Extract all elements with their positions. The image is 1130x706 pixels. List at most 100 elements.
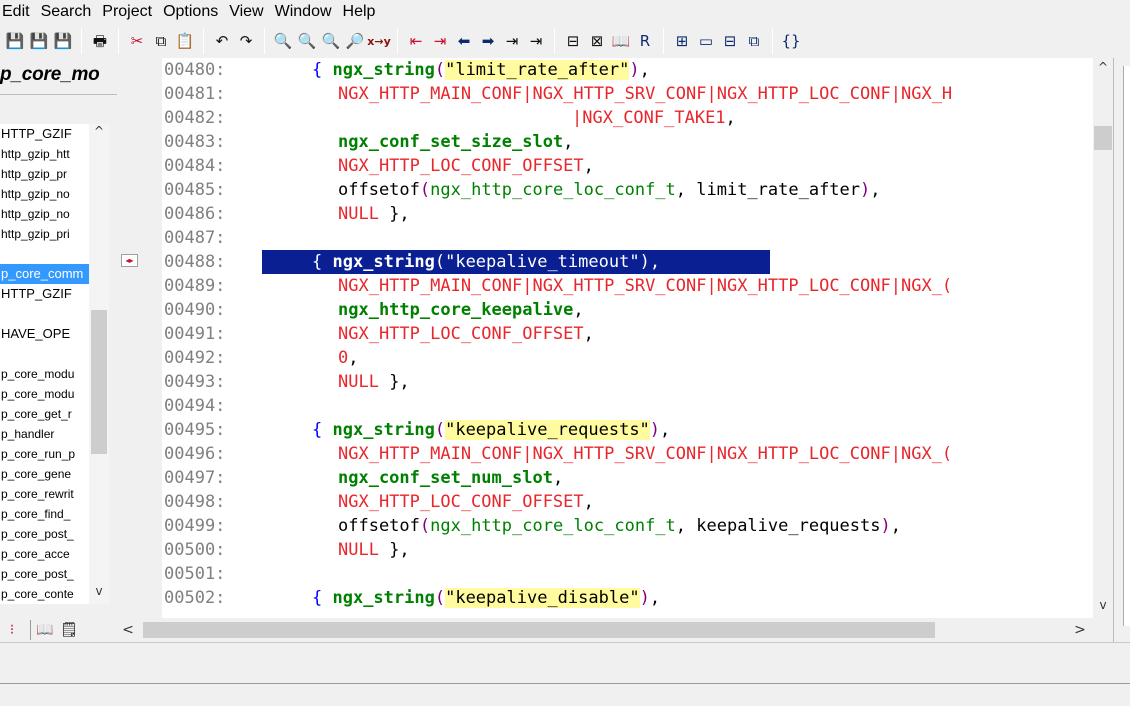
symbol-list-item[interactable]: http_gzip_no [0, 184, 89, 204]
symbol-list-item[interactable]: p_core_comm [0, 264, 89, 284]
symbol-list-item[interactable]: p_core_find_ [0, 504, 89, 524]
code-line[interactable]: 00500: NULL }, [162, 538, 1093, 562]
browse-book-icon[interactable]: 📖 [35, 620, 55, 640]
menu-options[interactable]: Options [161, 1, 227, 23]
print-icon[interactable]: 🖶 [89, 30, 111, 52]
scroll-thumb[interactable] [1094, 126, 1112, 150]
find-in-files-icon[interactable]: 🔎 [344, 30, 366, 52]
browse-icon[interactable]: 📖 [610, 30, 632, 52]
find-next-icon[interactable]: 🔍 [296, 30, 318, 52]
code-line[interactable]: 00480: { ngx_string("limit_rate_after"), [162, 58, 1093, 82]
symbol-list-item[interactable]: p_core_modu [0, 364, 89, 384]
bookmark-prev-icon[interactable]: ⇤ [405, 30, 427, 52]
find-prev-icon[interactable]: 🔍 [320, 30, 342, 52]
menu-search[interactable]: Search [39, 1, 101, 23]
maximize-icon[interactable]: ▭ [695, 30, 717, 52]
symbol-list-item[interactable]: p_core_get_r [0, 404, 89, 424]
scroll-thumb[interactable] [91, 310, 107, 454]
save-all-icon[interactable]: 💾 [28, 30, 50, 52]
code-line[interactable]: 00497: ngx_conf_set_num_slot, [162, 466, 1093, 490]
scroll-left-arrow[interactable]: < [117, 618, 139, 642]
tile-icon[interactable]: ⊞ [671, 30, 693, 52]
menu-edit[interactable]: Edit [2, 1, 39, 23]
symbol-list-item[interactable]: HTTP_GZIF [0, 124, 89, 144]
code-line[interactable]: 00490: ngx_http_core_keepalive, [162, 298, 1093, 322]
cut-icon[interactable]: ✂ [126, 30, 148, 52]
code-line[interactable]: 00492: 0, [162, 346, 1093, 370]
code-line[interactable]: 00495: { ngx_string("keepalive_requests")… [162, 418, 1093, 442]
code-line[interactable]: 00481: NGX_HTTP_MAIN_CONF|NGX_HTTP_SRV_CO… [162, 82, 1093, 106]
menu-project[interactable]: Project [100, 1, 161, 23]
cascade-icon[interactable]: ⧉ [743, 30, 765, 52]
code-line[interactable]: 00489: NGX_HTTP_MAIN_CONF|NGX_HTTP_SRV_CO… [162, 274, 1093, 298]
code-line[interactable]: 00502: { ngx_string("keepalive_disable"), [162, 586, 1093, 610]
code-line[interactable]: 00486: NULL }, [162, 202, 1093, 226]
code-editor[interactable]: 00480:{ ngx_string("limit_rate_after"), 0… [162, 58, 1093, 618]
code-line[interactable]: 00501: [162, 562, 1093, 586]
symbol-list-item[interactable]: HTTP_GZIF [0, 284, 89, 304]
symbol-list-item[interactable]: http_gzip_pr [0, 164, 89, 184]
symbol-list-item[interactable]: http_gzip_htt [0, 144, 89, 164]
redo-icon[interactable]: ↷ [235, 30, 257, 52]
scroll-thumb[interactable] [143, 622, 935, 638]
bookmark-icon[interactable]: ◂▸ [121, 254, 138, 267]
symbol-list-item[interactable]: p_core_conte [0, 584, 89, 604]
scroll-right-arrow[interactable]: > [1069, 618, 1091, 642]
symbol-list-item[interactable]: p_handler [0, 424, 89, 444]
menu-view[interactable]: View [227, 1, 272, 23]
replace-icon[interactable]: x→y [367, 30, 390, 52]
save-project-icon[interactable]: 💾 [52, 30, 74, 52]
find-icon[interactable]: 🔍 [272, 30, 294, 52]
code-line[interactable]: 00493: NULL }, [162, 370, 1093, 394]
code-line[interactable]: 00494: [162, 394, 1093, 418]
symbol-list-item[interactable]: p_core_run_p [0, 444, 89, 464]
scroll-down-arrow[interactable]: v [1093, 598, 1113, 616]
symbol-list-item[interactable]: http_gzip_no [0, 204, 89, 224]
split-icon[interactable]: ⊟ [719, 30, 741, 52]
symbol-window-icon[interactable]: ⊟ [562, 30, 584, 52]
symbol-list-scrollbar[interactable]: ^ v [89, 124, 109, 604]
symbol-list[interactable]: HTTP_GZIF http_gzip_htt http_gzip_pr http_g… [0, 124, 89, 604]
scroll-down-arrow[interactable]: v [89, 584, 109, 602]
bookmark-next-icon[interactable]: ⇥ [429, 30, 451, 52]
code-line[interactable]: 00487: [162, 226, 1093, 250]
menu-help[interactable]: Help [341, 1, 385, 23]
paste-icon[interactable]: 📋 [174, 30, 196, 52]
code-line[interactable]: 00484: NGX_HTTP_LOC_CONF_OFFSET, [162, 154, 1093, 178]
symbol-list-item[interactable]: HAVE_OPE [0, 324, 89, 344]
copy-icon[interactable]: ⧉ [150, 30, 172, 52]
prev-match-icon[interactable]: ⇥ [501, 30, 523, 52]
editor-horizontal-scrollbar[interactable]: < > [117, 618, 1093, 642]
symbol-list-item[interactable]: p_core_rewrit [0, 484, 89, 504]
toolbar-separator [203, 28, 204, 54]
code-line[interactable]: 00483: ngx_conf_set_size_slot, [162, 130, 1093, 154]
save-icon[interactable]: 💾 [4, 30, 26, 52]
symbol-type-icon[interactable]: ⁝ [2, 620, 22, 640]
code-line[interactable]: 00482: |NGX_CONF_TAKE1, [162, 106, 1093, 130]
symbol-list-item[interactable]: p_core_acce [0, 544, 89, 564]
symbol-list-item[interactable]: p_core_modu [0, 384, 89, 404]
reference-icon[interactable]: R [634, 30, 656, 52]
jump-forward-icon[interactable]: ➡ [477, 30, 499, 52]
scroll-up-arrow[interactable]: ^ [1093, 60, 1113, 78]
symbol-list-item[interactable]: http_gzip_pri [0, 224, 89, 244]
scroll-up-arrow[interactable]: ^ [89, 124, 109, 142]
menu-window[interactable]: Window [273, 1, 341, 23]
symbol-list-item[interactable]: p_core_post_ [0, 564, 89, 584]
code-line[interactable]: 00496: NGX_HTTP_MAIN_CONF|NGX_HTTP_SRV_CO… [162, 442, 1093, 466]
properties-icon[interactable]: 🗒 [59, 620, 79, 640]
undo-icon[interactable]: ↶ [211, 30, 233, 52]
code-token: , [583, 492, 594, 512]
relation-window-icon[interactable]: ⊠ [586, 30, 608, 52]
context-icon[interactable]: {} [780, 30, 802, 52]
code-line[interactable]: 00499: offsetof(ngx_http_core_loc_conf_t,… [162, 514, 1093, 538]
code-line[interactable]: 00498: NGX_HTTP_LOC_CONF_OFFSET, [162, 490, 1093, 514]
code-line[interactable]: 00491: NGX_HTTP_LOC_CONF_OFFSET, [162, 322, 1093, 346]
symbol-list-item[interactable]: p_core_gene [0, 464, 89, 484]
next-match-icon[interactable]: ⇥ [525, 30, 547, 52]
jump-back-icon[interactable]: ⬅ [453, 30, 475, 52]
symbol-list-item[interactable]: p_core_post_ [0, 524, 89, 544]
code-line[interactable]: 00485: offsetof(ngx_http_core_loc_conf_t,… [162, 178, 1093, 202]
editor-vertical-scrollbar[interactable]: ^ v [1093, 58, 1113, 618]
code-line-selected[interactable]: 00488:{ ngx_string("keepalive_timeout"), [162, 250, 1093, 274]
